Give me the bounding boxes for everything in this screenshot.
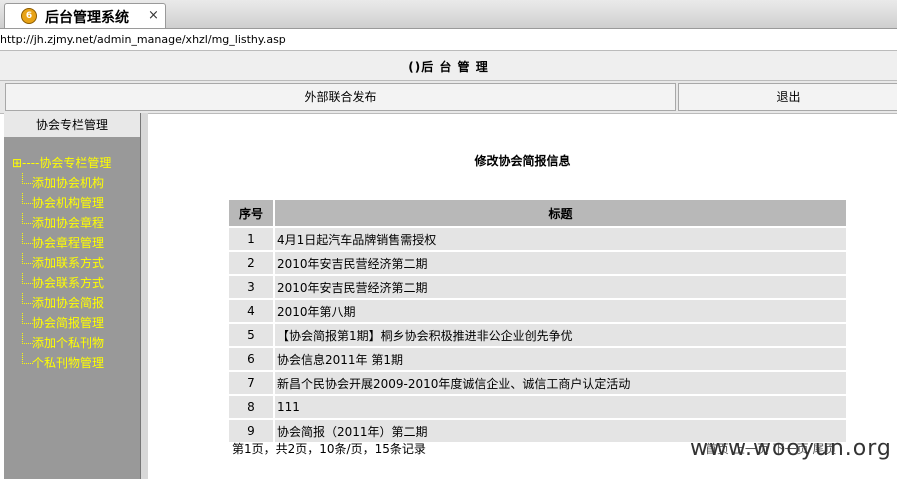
- nav-external-publish[interactable]: 外部联合发布: [5, 83, 676, 111]
- table-row[interactable]: 8 111: [229, 396, 846, 418]
- tab-title: 后台管理系统: [45, 10, 129, 26]
- sidebar-heading: 协会专栏管理: [4, 113, 140, 137]
- row-title[interactable]: 2010年第八期: [275, 300, 846, 322]
- column-header-title: 标题: [275, 200, 846, 226]
- address-bar[interactable]: http://jh.zjmy.net/admin_manage/xhzl/mg_…: [0, 30, 897, 51]
- sidebar-item-contact[interactable]: 协会联系方式: [12, 273, 111, 293]
- row-no: 3: [229, 276, 273, 298]
- nav-logout[interactable]: 退出: [678, 83, 897, 111]
- row-title[interactable]: 协会信息2011年 第1期: [275, 348, 846, 370]
- table-row[interactable]: 4 2010年第八期: [229, 300, 846, 322]
- main-title: 修改协会简报信息: [474, 154, 571, 168]
- url-text: http://jh.zjmy.net/admin_manage/xhzl/mg_…: [0, 33, 286, 46]
- row-title[interactable]: 111: [275, 396, 846, 418]
- row-title[interactable]: 新昌个民协会开展2009-2010年度诚信企业、诚信工商户认定活动: [275, 372, 846, 394]
- row-no: 6: [229, 348, 273, 370]
- row-no: 9: [229, 420, 273, 442]
- row-no: 7: [229, 372, 273, 394]
- watermark: www.wooyun.org: [690, 436, 892, 461]
- sidebar-tree-root[interactable]: ⊞----协会专栏管理: [12, 153, 111, 173]
- table-row[interactable]: 1 4月1日起汽车品牌销售需授权: [229, 228, 846, 250]
- sidebar-tree: ⊞----协会专栏管理 添加协会机构 协会机构管理 添加协会章程 协会章程管理 …: [12, 153, 111, 373]
- sidebar-item-add-contact[interactable]: 添加联系方式: [12, 253, 111, 273]
- sidebar-item-org-manage[interactable]: 协会机构管理: [12, 193, 111, 213]
- page-title: ()后 台 管 理: [408, 60, 489, 74]
- row-no: 4: [229, 300, 273, 322]
- ie-page-icon: 6: [21, 8, 37, 24]
- close-icon[interactable]: ×: [148, 8, 159, 23]
- top-nav: 外部联合发布 退出: [0, 81, 897, 114]
- sidebar-item-bulletin-manage[interactable]: 协会简报管理: [12, 313, 111, 333]
- row-no: 5: [229, 324, 273, 346]
- sidebar-item-charter-manage[interactable]: 协会章程管理: [12, 233, 111, 253]
- browser-tab-bar: 6 后台管理系统 ×: [0, 0, 897, 29]
- table-row[interactable]: 6 协会信息2011年 第1期: [229, 348, 846, 370]
- bulletin-table: 序号 标题 1 4月1日起汽车品牌销售需授权 2 2010年安吉民营经济第二期 32…: [227, 198, 848, 444]
- sidebar-item-add-org[interactable]: 添加协会机构: [12, 173, 111, 193]
- table-row[interactable]: 5 【协会简报第1期】桐乡协会积极推进非公企业创先争优: [229, 324, 846, 346]
- sidebar-item-add-publication[interactable]: 添加个私刊物: [12, 333, 111, 353]
- pagination-info: 第1页，共2页，10条/页，15条记录: [232, 442, 426, 456]
- column-header-no: 序号: [229, 200, 273, 226]
- row-title[interactable]: 2010年安吉民营经济第二期: [275, 252, 846, 274]
- row-title[interactable]: 【协会简报第1期】桐乡协会积极推进非公企业创先争优: [275, 324, 846, 346]
- row-no: 2: [229, 252, 273, 274]
- sidebar: 协会专栏管理 ⊞----协会专栏管理 添加协会机构 协会机构管理 添加协会章程 …: [4, 113, 141, 479]
- browser-tab[interactable]: 6 后台管理系统 ×: [4, 3, 166, 28]
- row-no: 8: [229, 396, 273, 418]
- table-row[interactable]: 3 2010年安吉民营经济第二期: [229, 276, 846, 298]
- row-title[interactable]: 4月1日起汽车品牌销售需授权: [275, 228, 846, 250]
- row-no: 1: [229, 228, 273, 250]
- table-row[interactable]: 7 新昌个民协会开展2009-2010年度诚信企业、诚信工商户认定活动: [229, 372, 846, 394]
- sidebar-item-publication-manage[interactable]: 个私刊物管理: [12, 353, 111, 373]
- frame-divider[interactable]: [141, 113, 148, 479]
- table-row[interactable]: 2 2010年安吉民营经济第二期: [229, 252, 846, 274]
- row-title[interactable]: 2010年安吉民营经济第二期: [275, 276, 846, 298]
- sidebar-item-add-charter[interactable]: 添加协会章程: [12, 213, 111, 233]
- page-header: ()后 台 管 理: [0, 51, 897, 81]
- sidebar-item-add-bulletin[interactable]: 添加协会简报: [12, 293, 111, 313]
